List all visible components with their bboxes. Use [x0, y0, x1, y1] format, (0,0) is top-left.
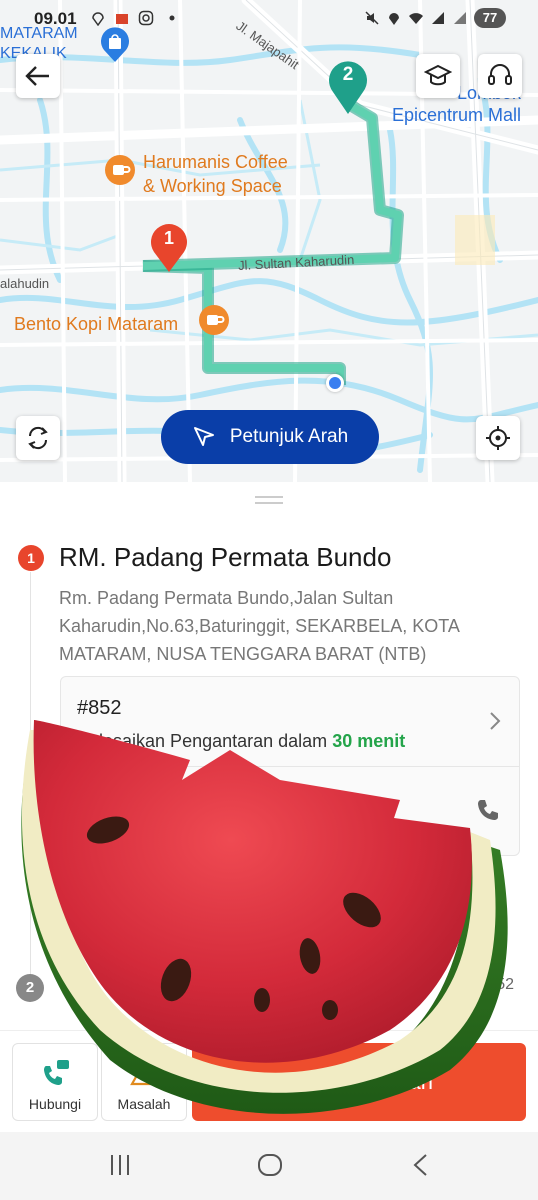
signal-2-status-icon — [454, 12, 466, 24]
instagram-status-icon — [138, 10, 154, 26]
arrow-left-icon — [25, 66, 49, 86]
action-bar: Hubungi Masalah Ambil Pesanan — [0, 1030, 538, 1132]
current-location-dot — [326, 374, 344, 392]
phone-icon[interactable] — [475, 797, 501, 823]
mute-status-icon — [365, 11, 379, 25]
system-nav-bar — [0, 1132, 538, 1200]
map-label-salahudin: alahudin — [0, 276, 50, 291]
timeline-line — [30, 572, 31, 1002]
second-stop-badge: 2 — [16, 974, 44, 1002]
training-button[interactable] — [416, 54, 460, 98]
sheet-drag-handle[interactable] — [255, 496, 283, 504]
map-label-bento-kopi[interactable]: Bento Kopi Mataram — [14, 312, 178, 336]
status-bar: 09.01 77 — [0, 0, 538, 36]
call-button[interactable]: Hubungi — [12, 1043, 98, 1121]
coffee-poi-icon[interactable] — [104, 154, 136, 186]
phone-chat-icon — [44, 1060, 69, 1085]
status-time: 09.01 — [34, 9, 77, 28]
map-label-harumanis[interactable]: Harumanis Coffee & Working Space — [143, 150, 288, 198]
back-button[interactable] — [16, 54, 60, 98]
navigation-arrow-icon — [193, 427, 214, 446]
locate-me-button[interactable] — [476, 416, 520, 460]
location-status-icon — [389, 13, 399, 25]
stop-number-badge: 1 — [18, 545, 44, 571]
battery-indicator: 77 — [474, 8, 506, 28]
order-id: #852 — [77, 697, 122, 719]
issue-button[interactable]: Masalah — [101, 1043, 187, 1121]
chevron-right-icon — [490, 712, 501, 730]
store-address: Rm. Padang Permata Bundo,Jalan Sultan Ka… — [59, 588, 459, 664]
order-detail-row[interactable]: #852 Selesaikan Pengantaran dalam 30 men… — [61, 677, 519, 767]
headset-icon — [488, 64, 512, 85]
call-label: Hubungi — [28, 1096, 82, 1112]
order-card: #852 Selesaikan Pengantaran dalam 30 men… — [60, 676, 520, 856]
dropoff-marker-number: 2 — [342, 64, 354, 85]
delivery-deadline: Selesaikan Pengantaran dalam 30 menit — [77, 731, 405, 752]
coffee-poi-icon[interactable] — [198, 304, 230, 336]
directions-label: Petunjuk Arah — [229, 426, 349, 447]
refresh-icon — [28, 426, 48, 450]
support-button[interactable] — [478, 54, 522, 98]
seller-name: RM. Padang Permata Bundo — [77, 793, 333, 815]
directions-button[interactable]: Petunjuk Arah — [161, 410, 379, 464]
back-nav-icon[interactable] — [410, 1152, 430, 1178]
pickup-order-button[interactable]: Ambil Pesanan — [192, 1043, 526, 1121]
wifi-status-icon — [409, 13, 423, 24]
delivery-deadline-time: 30 menit — [332, 731, 406, 751]
order-sheet: 1 RM. Padang Permata Bundo Rm. Padang Pe… — [0, 482, 538, 1200]
issue-label: Masalah — [117, 1096, 171, 1112]
signal-status-icon — [432, 12, 444, 24]
shop-status-icon — [116, 14, 128, 24]
dot-status-icon — [169, 15, 175, 21]
location-pin-status-icon — [92, 12, 104, 26]
pickup-marker-number: 1 — [163, 228, 174, 248]
second-order-id: #852 — [478, 976, 514, 993]
graduation-cap-icon — [424, 64, 452, 86]
warning-icon — [130, 1058, 160, 1086]
crosshair-icon — [486, 426, 510, 450]
recent-apps-icon[interactable] — [108, 1152, 132, 1178]
refresh-button[interactable] — [16, 416, 60, 460]
store-name: RM. Padang Permata Bundo — [59, 542, 392, 572]
map-view[interactable]: MATARAM KEKALIK Jl. Majapahit Lombok Epi… — [0, 0, 538, 482]
home-icon[interactable] — [256, 1152, 284, 1178]
delivery-deadline-prefix: Selesaikan Pengantaran dalam — [77, 731, 333, 751]
